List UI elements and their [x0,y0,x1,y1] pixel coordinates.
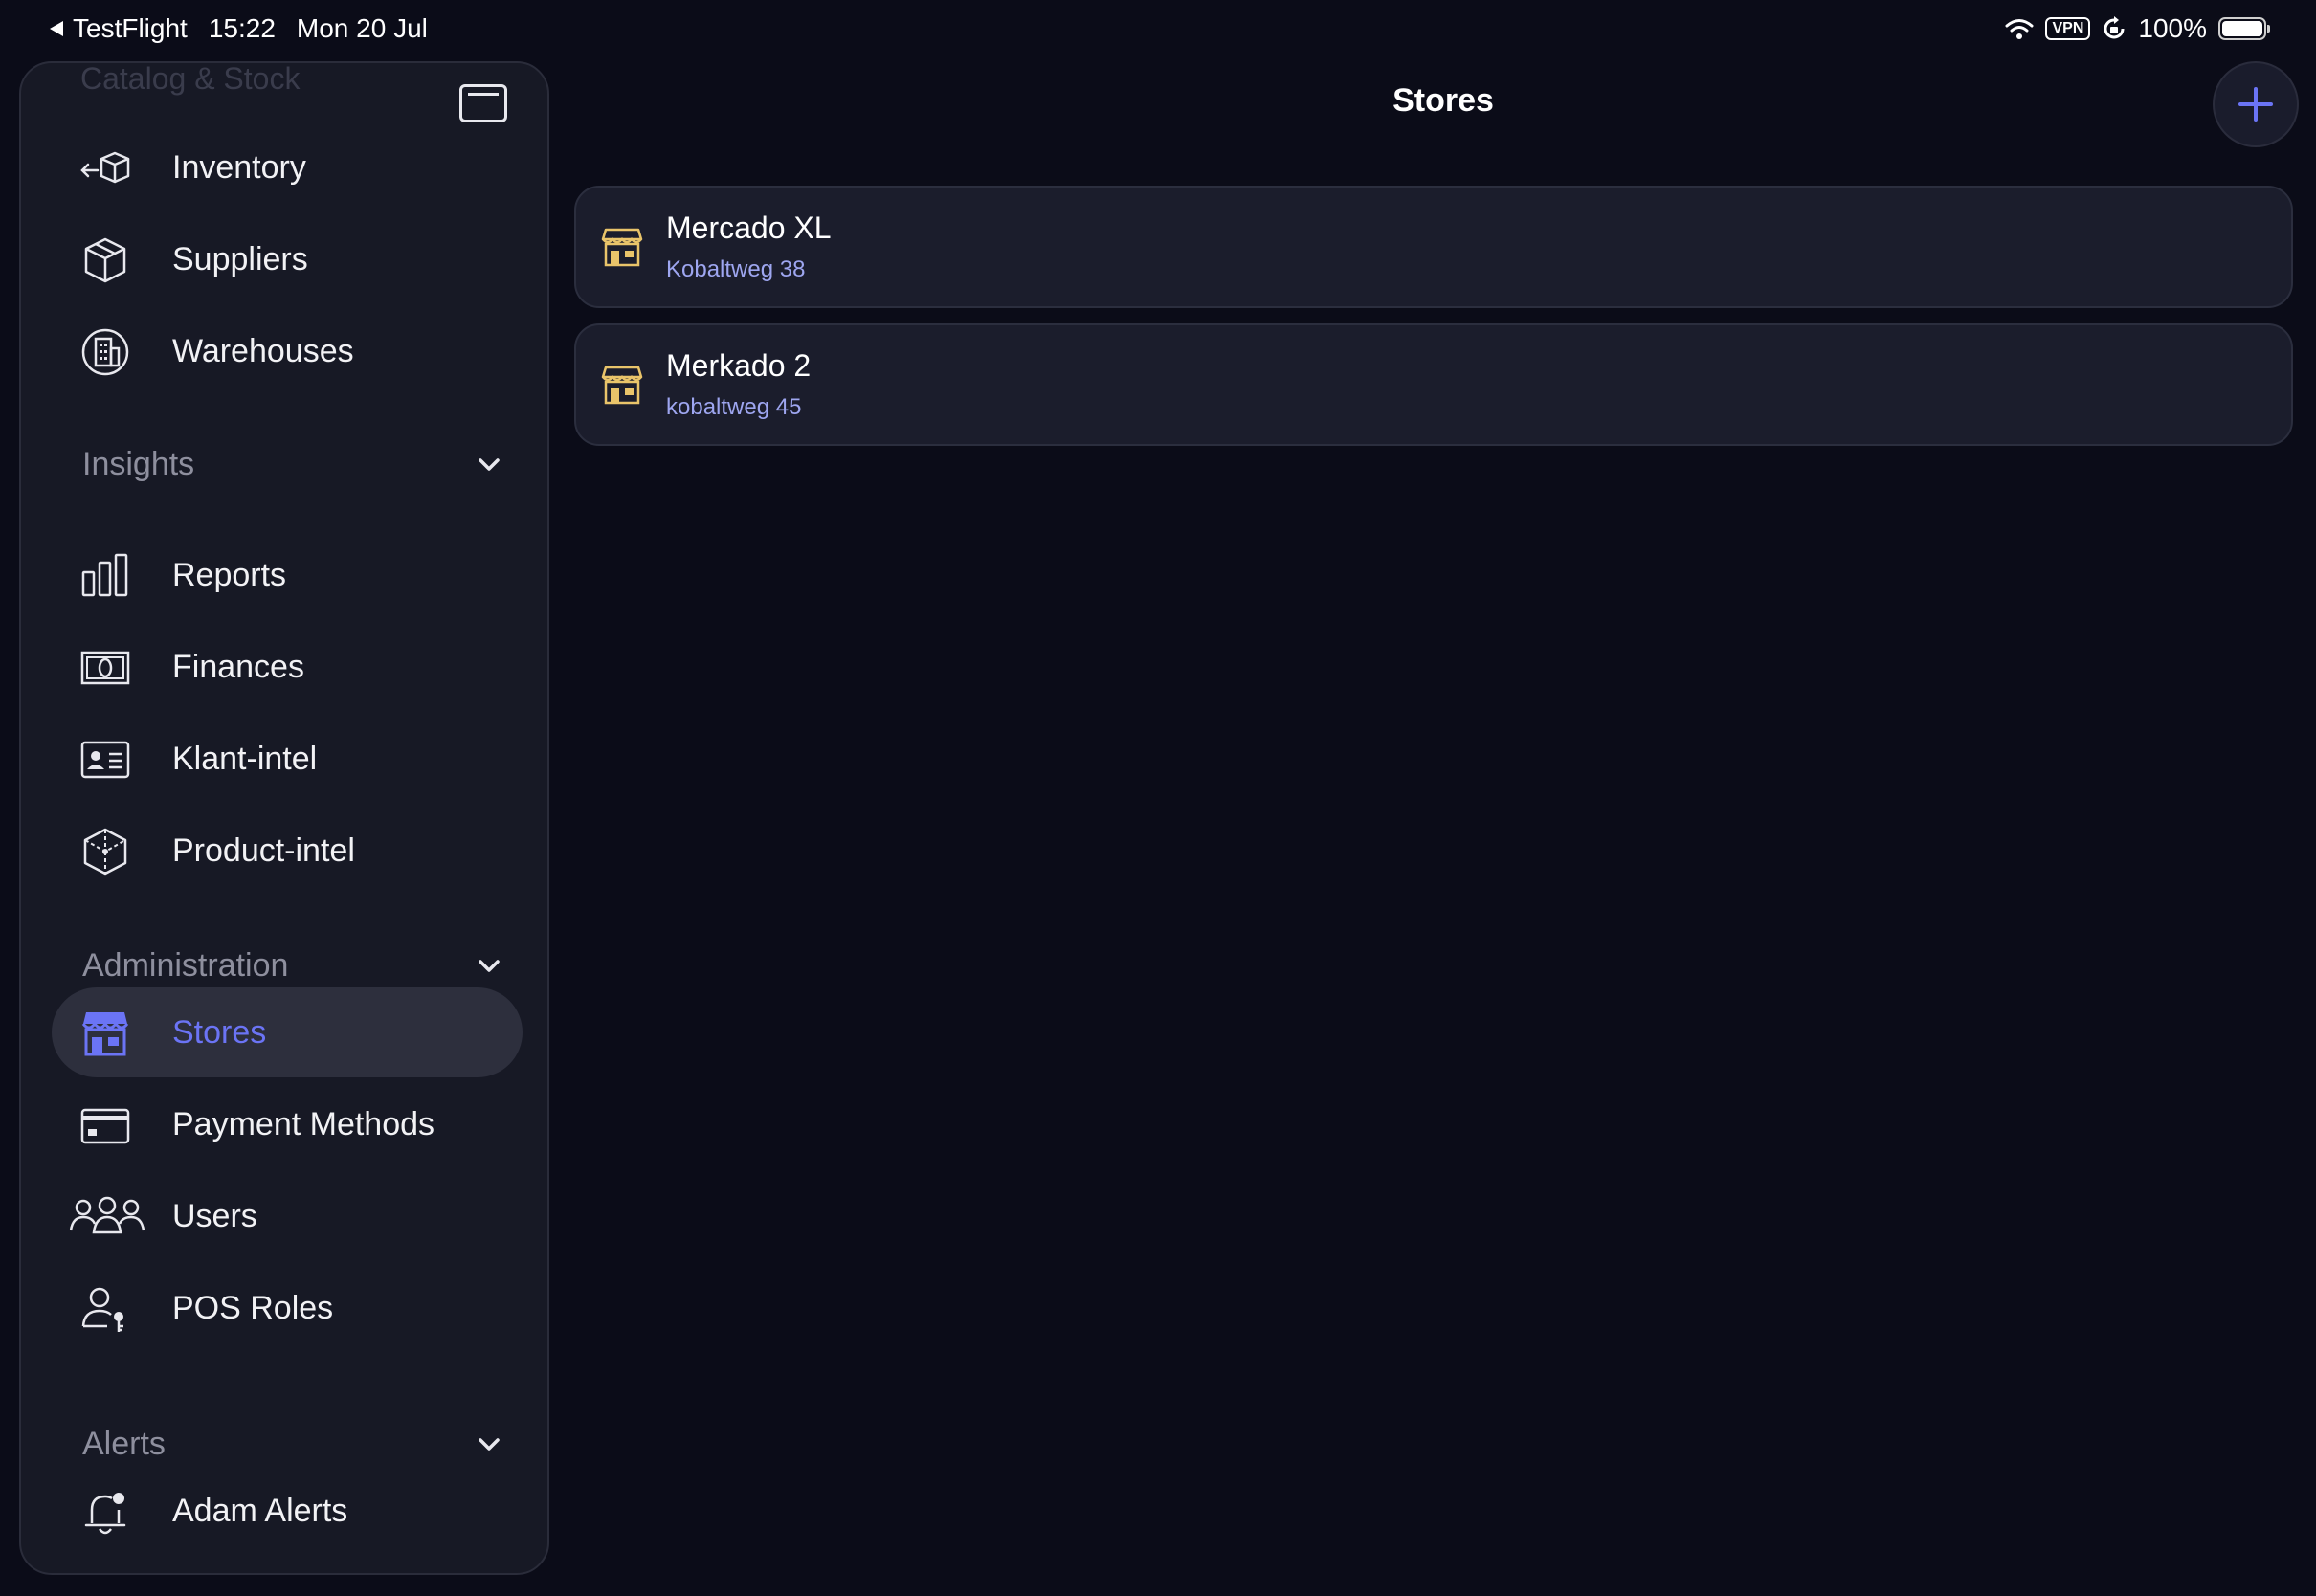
sidebar-item-warehouses[interactable]: Warehouses [52,306,523,396]
user-key-icon [81,1287,123,1332]
add-store-button[interactable] [2213,61,2299,147]
section-header-insights[interactable]: Insights [82,440,523,488]
store-address: kobaltweg 45 [666,394,802,420]
credit-card-icon [80,1108,130,1144]
section-title: Alerts [82,1425,166,1462]
sidebar-item-product-intel[interactable]: Product-intel [52,806,523,896]
store-name: Mercado XL [666,211,832,245]
users-group-icon [69,1196,145,1234]
sidebar-item-label: Klant-intel [172,740,318,777]
sidebar-toggle-button[interactable] [459,84,507,122]
sidebar: Catalog & Stock Inventory Suppliers Ware… [19,61,549,1575]
sidebar-item-label: Adam Alerts [172,1492,348,1529]
bell-badge-icon [84,1493,126,1535]
box-arrow-icon [80,151,130,184]
cube-icon [84,237,126,283]
page-title: Stores [1392,82,1494,119]
sidebar-item-label: Reports [172,556,287,593]
chevron-down-icon [479,1438,500,1451]
storefront-icon [601,366,643,405]
storefront-icon [81,1012,129,1056]
status-date: Mon 20 Jul [296,13,428,43]
banknote-icon [80,651,130,685]
sidebar-item-label: Suppliers [172,240,308,277]
building-icon [81,328,129,376]
cube-analytics-icon [83,828,127,876]
back-app-label: TestFlight [73,13,188,43]
storefront-icon [601,228,643,267]
bar-chart-icon [81,553,128,597]
sidebar-item-adam-alerts[interactable]: Adam Alerts [52,1466,523,1556]
section-title: Administration [82,946,289,984]
id-card-icon [80,741,130,779]
sidebar-item-finances[interactable]: Finances [52,622,523,712]
sidebar-item-label: Product-intel [172,831,355,869]
sidebar-item-users[interactable]: Users [52,1171,523,1261]
wifi-icon [2005,19,2034,39]
sidebar-item-label: Users [172,1197,257,1234]
sidebar-item-stores[interactable]: Stores [52,987,523,1077]
chevron-down-icon [479,458,500,471]
sidebar-item-payment-methods[interactable]: Payment Methods [52,1079,523,1169]
sidebar-item-klant-intel[interactable]: Klant-intel [52,714,523,804]
store-address: Kobaltweg 38 [666,256,806,282]
sidebar-section-ghost: Catalog & Stock [80,61,301,96]
plus-icon [2238,87,2273,122]
store-card[interactable]: Merkado 2 kobaltweg 45 [574,323,2293,446]
chevron-down-icon [479,960,500,972]
status-time: 15:22 [208,13,276,43]
battery-icon [2218,17,2270,40]
sidebar-item-label: Warehouses [172,332,354,369]
section-title: Insights [82,445,195,482]
sidebar-item-label: POS Roles [172,1289,334,1326]
sidebar-item-label: Stores [172,1013,267,1051]
store-card[interactable]: Mercado XL Kobaltweg 38 [574,186,2293,308]
sidebar-item-suppliers[interactable]: Suppliers [52,214,523,304]
store-name: Merkado 2 [666,348,812,383]
section-header-administration[interactable]: Administration [82,942,523,989]
sidebar-item-label: Payment Methods [172,1105,435,1142]
orientation-lock-icon [2104,16,2125,39]
back-triangle-icon [50,21,63,36]
vpn-badge: VPN [2045,17,2091,40]
sidebar-item-inventory[interactable]: Inventory [52,122,523,212]
status-bar: TestFlight 15:22 Mon 20 Jul VPN 100% [0,0,2316,61]
sidebar-item-reports[interactable]: Reports [52,530,523,620]
sidebar-item-label: Inventory [172,148,306,186]
sidebar-item-label: Finances [172,648,304,685]
back-to-app-link[interactable]: TestFlight [48,13,188,44]
sidebar-item-pos-roles[interactable]: POS Roles [52,1263,523,1353]
battery-percent: 100% [2138,13,2207,43]
section-header-alerts[interactable]: Alerts [82,1420,523,1468]
